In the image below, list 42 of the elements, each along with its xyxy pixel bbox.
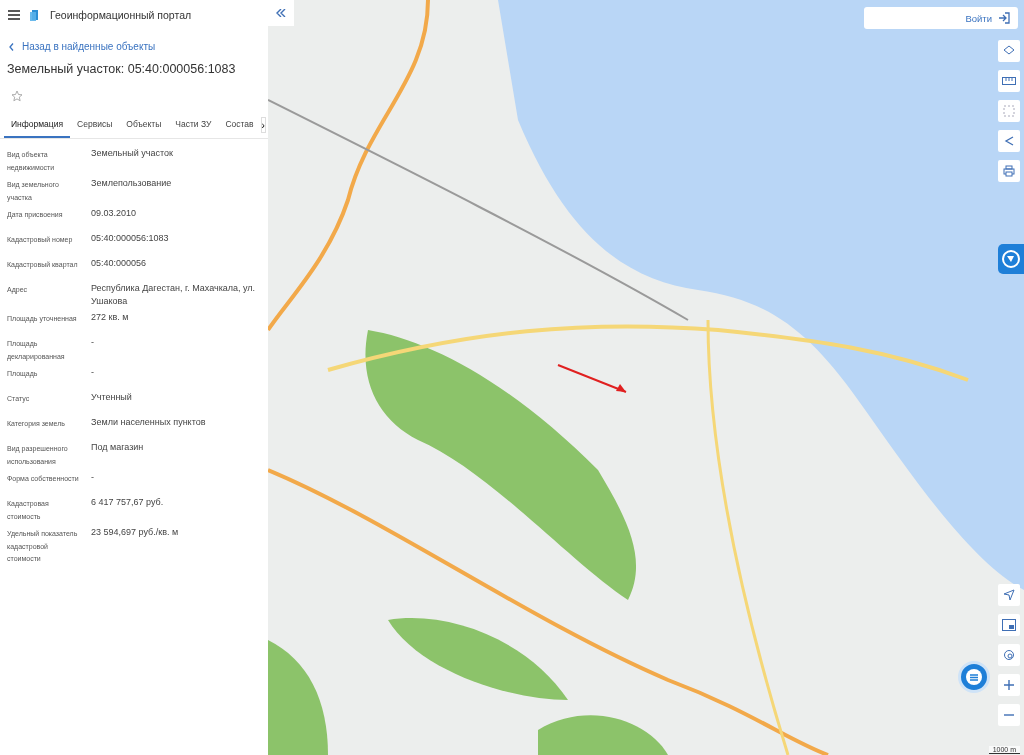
property-value: 272 кв. м — [91, 311, 129, 324]
tab[interactable]: Информация — [4, 112, 71, 138]
property-value: Под магазин — [91, 441, 144, 454]
zoom-in-icon[interactable] — [998, 674, 1020, 696]
ruler-icon[interactable] — [998, 70, 1020, 92]
minimap-icon[interactable] — [998, 614, 1020, 636]
app-title: Геоинформационный портал — [50, 9, 192, 21]
property-value: 6 417 757,67 руб. — [91, 496, 164, 509]
property-value: Учтенный — [91, 391, 132, 404]
menu-icon[interactable] — [8, 10, 20, 20]
tab[interactable]: Сервисы — [70, 112, 120, 138]
property-value: Земельный участок — [91, 147, 173, 160]
print-icon[interactable] — [998, 160, 1020, 182]
navigation-icon[interactable] — [998, 584, 1020, 606]
tab[interactable]: Части ЗУ — [168, 112, 219, 138]
back-link[interactable]: Назад в найденные объекты — [9, 41, 268, 52]
tab[interactable]: Объекты — [119, 112, 169, 138]
share-icon[interactable] — [998, 130, 1020, 152]
property-value: 05:40:000056 — [91, 257, 147, 270]
property-value: - — [91, 471, 94, 484]
property-value: Землепользование — [91, 177, 172, 190]
location-search-icon[interactable] — [998, 644, 1020, 666]
double-chevron-left-icon — [276, 9, 286, 17]
tabs-scroll-button[interactable]: › — [260, 117, 266, 133]
tab[interactable]: Состав — [218, 112, 261, 138]
property-value: 05:40:000056:1083 — [91, 232, 169, 245]
property-value: - — [91, 336, 94, 349]
property-value: 09.03.2010 — [91, 207, 137, 220]
chat-assistant-icon[interactable] — [998, 244, 1024, 274]
object-title: Земельный участок: 05:40:000056:1083 — [7, 62, 237, 76]
layers-icon[interactable] — [998, 40, 1020, 62]
login-icon — [998, 12, 1010, 24]
document-logo-icon — [30, 9, 40, 21]
chat-bubble-icon — [965, 668, 983, 686]
chevron-left-icon — [9, 42, 14, 51]
collapse-panel-button[interactable] — [268, 0, 294, 26]
login-button[interactable]: Войти — [864, 7, 1018, 29]
property-value: 23 594,697 руб./кв. м — [91, 526, 179, 539]
property-value: - — [91, 366, 94, 379]
zoom-out-icon[interactable] — [998, 704, 1020, 726]
property-value: Республика Дагестан, г. Махачкала, ул. Ушакова — [91, 282, 257, 308]
property-value: Земли населенных пунктов — [91, 416, 206, 429]
